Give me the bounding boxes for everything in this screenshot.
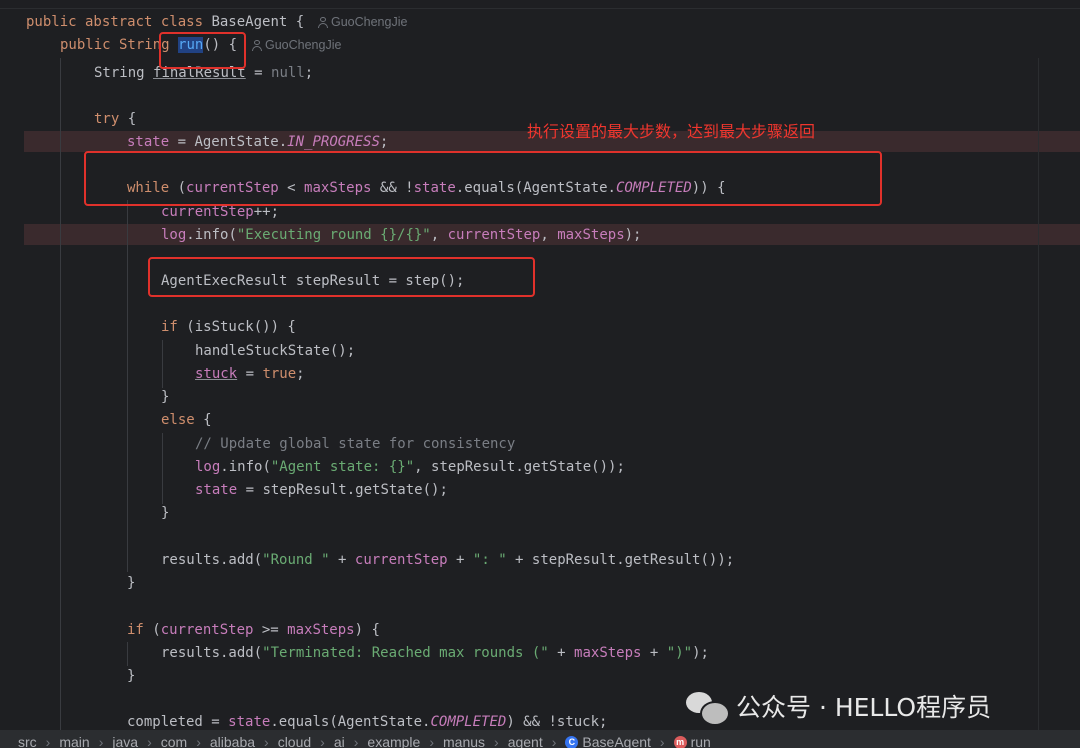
code-comment[interactable]: // Update global state for consistency	[195, 433, 515, 455]
keyword: public abstract class	[26, 14, 212, 30]
chevron-right-icon: ›	[494, 734, 499, 748]
wechat-logo-icon	[686, 690, 730, 726]
code-line[interactable]: handleStuckState();	[195, 340, 355, 362]
breadcrumb-item-manus[interactable]: manus	[443, 730, 485, 748]
code-line[interactable]: stuck = true;	[195, 363, 305, 385]
chevron-right-icon: ›	[659, 734, 665, 748]
breadcrumb-item-main[interactable]: main	[59, 730, 89, 748]
code-line[interactable]: try {	[94, 108, 136, 130]
breadcrumb-item-agent[interactable]: agent	[508, 730, 543, 748]
breadcrumb-item-method[interactable]: m run	[673, 730, 711, 748]
code-line[interactable]: else {	[161, 409, 212, 431]
code-line[interactable]: }	[161, 502, 169, 524]
person-icon	[252, 40, 262, 51]
code-line[interactable]: log.info("Executing round {}/{}", curren…	[161, 224, 641, 246]
annotation-text: 执行设置的最大步数，达到最大步骤返回	[527, 122, 816, 141]
class-icon: C	[565, 735, 579, 748]
breadcrumb-item-example[interactable]: example	[367, 730, 420, 748]
chevron-right-icon: ›	[147, 734, 152, 748]
breadcrumb: src › main › java › com › alibaba › clou…	[0, 730, 1080, 748]
code-line[interactable]: state = AgentState.IN_PROGRESS;	[127, 131, 388, 153]
breadcrumb-item-class[interactable]: C BaseAgent	[565, 730, 651, 748]
indent-guide	[127, 642, 128, 666]
person-icon	[318, 17, 328, 28]
annotation-box-while	[84, 151, 882, 206]
indent-guide	[60, 58, 61, 730]
chevron-right-icon: ›	[45, 734, 51, 748]
chevron-right-icon: ›	[196, 734, 201, 748]
code-editor[interactable]: public abstract class BaseAgent { GuoChe…	[0, 0, 1080, 730]
breadcrumb-item-src[interactable]: src	[18, 730, 37, 748]
chevron-right-icon: ›	[551, 734, 557, 748]
author-hint[interactable]: GuoChengJie	[318, 15, 407, 29]
class-name: BaseAgent {	[211, 14, 305, 30]
chevron-right-icon: ›	[264, 734, 269, 748]
watermark: 公众号 · HELLO程序员	[686, 688, 991, 726]
indent-guide	[162, 433, 163, 504]
code-line[interactable]: }	[127, 665, 135, 687]
code-line-class-header[interactable]: public abstract class BaseAgent {	[26, 11, 304, 33]
method-icon: m	[673, 735, 687, 748]
breadcrumb-item-cloud[interactable]: cloud	[278, 730, 311, 748]
breadcrumb-item-java[interactable]: java	[112, 730, 138, 748]
chevron-right-icon: ›	[98, 734, 104, 748]
code-line[interactable]: completed = state.equals(AgentState.COMP…	[127, 711, 607, 730]
code-line[interactable]: state = stepResult.getState();	[195, 479, 448, 501]
code-line[interactable]: if (currentStep >= maxSteps) {	[127, 619, 380, 641]
code-line[interactable]: if (isStuck()) {	[161, 316, 296, 338]
indent-guide	[127, 200, 128, 572]
code-line[interactable]: results.add("Round " + currentStep + ": …	[161, 549, 734, 571]
code-line[interactable]: log.info("Agent state: {}", stepResult.g…	[195, 456, 625, 478]
chevron-right-icon: ›	[353, 734, 359, 748]
code-line[interactable]: }	[161, 386, 169, 408]
annotation-box-run	[159, 32, 246, 69]
author-hint[interactable]: GuoChengJie	[252, 38, 341, 52]
right-margin-guide	[1038, 58, 1039, 730]
breadcrumb-item-ai[interactable]: ai	[334, 730, 345, 748]
chevron-right-icon: ›	[429, 734, 434, 748]
editor-top-divider	[0, 8, 1080, 9]
code-line[interactable]: results.add("Terminated: Reached max rou…	[161, 642, 709, 664]
indent-guide	[162, 340, 163, 388]
breadcrumb-item-alibaba[interactable]: alibaba	[210, 730, 255, 748]
chevron-right-icon: ›	[320, 734, 325, 748]
breadcrumb-item-com[interactable]: com	[161, 730, 187, 748]
annotation-box-step	[148, 257, 535, 297]
code-line[interactable]: }	[127, 572, 135, 594]
